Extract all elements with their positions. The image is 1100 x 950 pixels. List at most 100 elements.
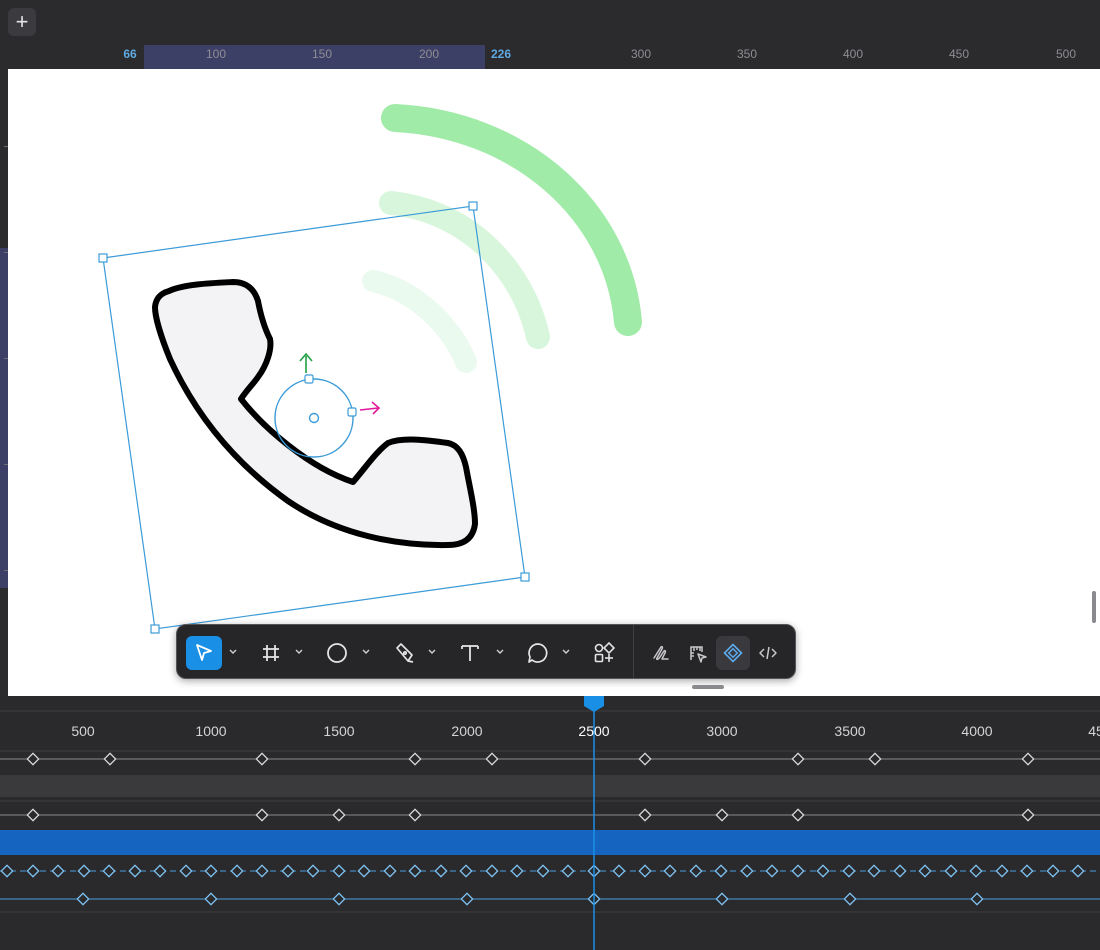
x-axis-arrow-icon[interactable] [359,401,381,415]
draw-mode-button[interactable] [644,636,678,670]
add-button[interactable]: + [8,8,36,36]
keyframe-diamond[interactable] [638,808,652,822]
design-canvas[interactable] [8,69,1100,696]
keyframe-diamond[interactable] [383,864,397,878]
anchor-handle-top[interactable] [304,374,314,384]
keyframe-diamond[interactable] [179,864,193,878]
keyframe-diamond[interactable] [1020,864,1034,878]
keyframe-diamond[interactable] [255,864,269,878]
keyframe-diamond[interactable] [944,864,958,878]
keyframe-diamond[interactable] [485,864,499,878]
keyframe-diamond[interactable] [76,892,90,906]
frame-tool-caret[interactable] [294,645,304,659]
keyframe-diamond[interactable] [357,864,371,878]
assets-tool-button[interactable] [586,636,622,670]
keyframe-diamond[interactable] [867,864,881,878]
design-mode-button[interactable] [681,636,715,670]
keyframe-diamond[interactable] [791,808,805,822]
keyframe-diamond[interactable] [26,808,40,822]
signal-wave-inner[interactable] [362,270,477,373]
keyframe-diamond[interactable] [153,864,167,878]
keyframe-diamond[interactable] [51,864,65,878]
animate-mode-button[interactable] [716,636,750,670]
keyframe-diamond[interactable] [715,808,729,822]
keyframe-diamond[interactable] [715,892,729,906]
resize-handle-top-left[interactable] [98,253,108,263]
keyframe-diamond[interactable] [204,864,218,878]
keyframe-diamond[interactable] [842,864,856,878]
keyframe-diamond[interactable] [460,892,474,906]
keyframe-diamond[interactable] [918,864,932,878]
keyframe-diamond[interactable] [1021,752,1035,766]
text-tool-caret[interactable] [495,645,505,659]
keyframe-diamond[interactable] [843,892,857,906]
keyframe-diamond[interactable] [868,752,882,766]
keyframe-diamond[interactable] [1071,864,1085,878]
pen-tool-caret[interactable] [427,645,437,659]
keyframe-diamond[interactable] [969,864,983,878]
comment-tool-button[interactable] [520,636,556,670]
keyframe-diamond[interactable] [765,864,779,878]
signal-wave-middle[interactable] [379,191,550,349]
keyframe-diamond[interactable] [459,864,473,878]
keyframe-diamond[interactable] [663,864,677,878]
track-row-selected[interactable] [0,830,1100,855]
anchor-center-point[interactable] [308,412,320,424]
track-row-dimmed[interactable] [0,775,1100,797]
keyframe-diamond[interactable] [1021,808,1035,822]
keyframe-diamond[interactable] [26,752,40,766]
keyframe-diamond[interactable] [255,752,269,766]
resize-handle-bottom-left[interactable] [150,624,160,634]
keyframe-diamond[interactable] [612,864,626,878]
keyframe-diamond[interactable] [408,752,422,766]
keyframe-diamond[interactable] [791,752,805,766]
keyframe-diamond[interactable] [536,864,550,878]
keyframe-diamond[interactable] [893,864,907,878]
keyframe-diamond[interactable] [0,864,14,878]
keyframe-diamond[interactable] [638,864,652,878]
keyframe-diamond[interactable] [791,864,805,878]
keyframe-diamond[interactable] [306,864,320,878]
text-tool-button[interactable] [452,636,488,670]
keyframe-diamond[interactable] [816,864,830,878]
keyframe-diamond[interactable] [1046,864,1060,878]
keyframe-diamond[interactable] [689,864,703,878]
select-tool-button[interactable] [186,636,222,670]
keyframe-diamond[interactable] [714,864,728,878]
frame-tool-button[interactable] [253,636,289,670]
dev-mode-button[interactable] [751,636,785,670]
keyframe-diamond[interactable] [77,864,91,878]
keyframe-diamond[interactable] [970,892,984,906]
keyframe-diamond[interactable] [485,752,499,766]
keyframe-diamond[interactable] [281,864,295,878]
keyframe-diamond[interactable] [408,808,422,822]
keyframe-diamond[interactable] [103,752,117,766]
playhead-handle[interactable] [584,696,604,712]
keyframe-diamond[interactable] [510,864,524,878]
keyframe-diamond[interactable] [408,864,422,878]
keyframe-diamond[interactable] [255,808,269,822]
keyframe-diamond[interactable] [561,864,575,878]
ellipse-tool-button[interactable] [319,636,355,670]
keyframe-diamond[interactable] [332,864,346,878]
anchor-handle-right[interactable] [347,407,357,417]
keyframe-diamond[interactable] [332,892,346,906]
ellipse-tool-caret[interactable] [361,645,371,659]
select-tool-caret[interactable] [228,645,238,659]
y-axis-arrow-icon[interactable] [299,352,313,373]
pen-tool-button[interactable] [386,636,422,670]
keyframe-diamond[interactable] [995,864,1009,878]
keyframe-diamond[interactable] [26,864,40,878]
keyframe-diamond[interactable] [638,752,652,766]
resize-handle-bottom-right[interactable] [520,572,530,582]
keyframe-diamond[interactable] [128,864,142,878]
keyframe-diamond[interactable] [102,864,116,878]
keyframe-diamond[interactable] [230,864,244,878]
keyframe-diamond[interactable] [332,808,346,822]
toolbar-drag-handle[interactable] [692,685,724,689]
keyframe-diamond[interactable] [434,864,448,878]
keyframe-diamond[interactable] [740,864,754,878]
keyframe-diamond[interactable] [204,892,218,906]
resize-handle-top-right[interactable] [468,201,478,211]
canvas-scrollbar[interactable] [1092,591,1096,623]
